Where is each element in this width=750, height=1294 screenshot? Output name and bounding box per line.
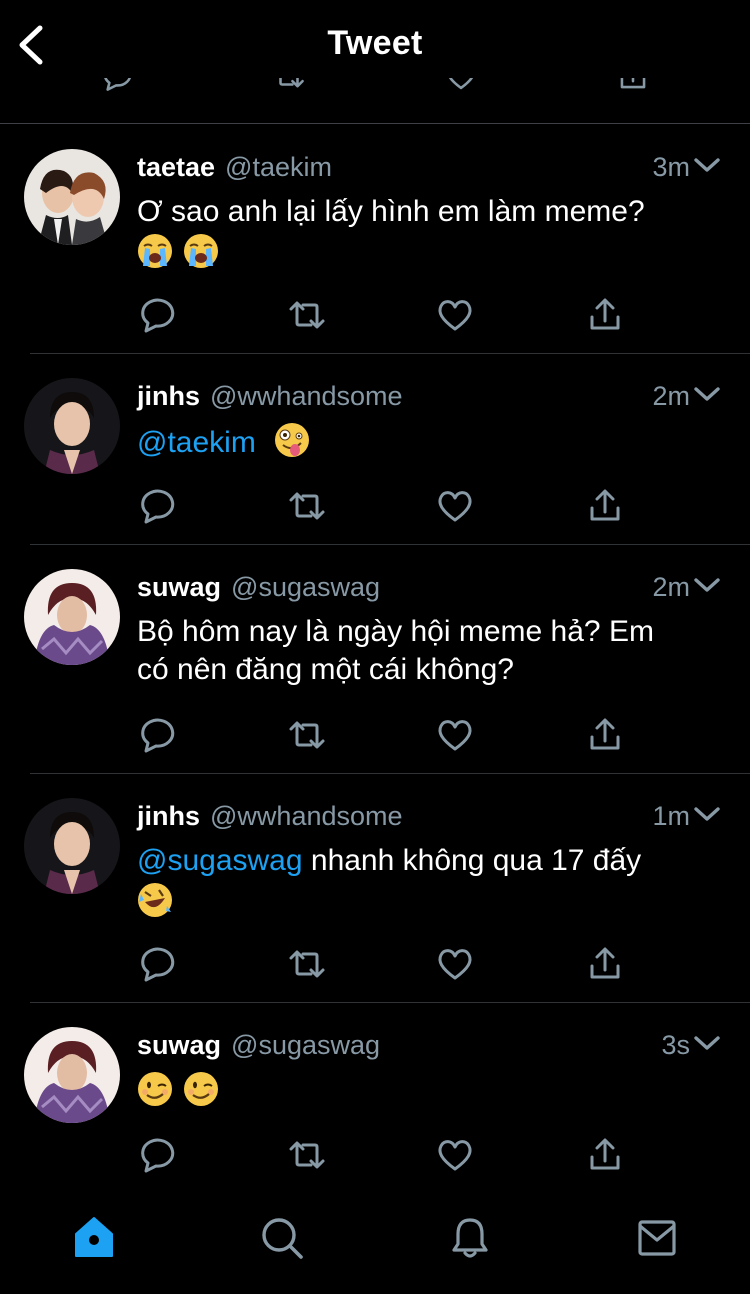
- divider: [30, 353, 750, 354]
- rolling-on-floor-laughing-emoji: [137, 882, 173, 918]
- heart-icon[interactable]: [435, 1135, 475, 1175]
- divider: [30, 544, 750, 545]
- tweet-actions: [137, 944, 637, 984]
- timestamp: 3s: [661, 1030, 690, 1060]
- retweet-icon[interactable]: [272, 78, 306, 98]
- page-title: Tweet: [327, 24, 423, 62]
- retweet-icon[interactable]: [287, 486, 327, 526]
- top-navigation-bar: Tweet: [0, 0, 750, 124]
- timestamp: 2m: [652, 381, 690, 411]
- username[interactable]: @taekim: [225, 152, 332, 182]
- loudly-crying-face-emoji: [137, 233, 173, 269]
- bell-icon[interactable]: [448, 1214, 492, 1262]
- share-icon[interactable]: [585, 715, 625, 755]
- tweet-text-body: nhanh không qua 17 đấy: [302, 844, 642, 877]
- username[interactable]: @wwhandsome: [210, 381, 403, 411]
- share-icon[interactable]: [585, 944, 625, 984]
- home-icon[interactable]: [72, 1214, 116, 1262]
- avatar[interactable]: [24, 569, 120, 665]
- timestamp: 2m: [652, 572, 690, 602]
- timestamp: 1m: [652, 801, 690, 831]
- share-icon[interactable]: [585, 1135, 625, 1175]
- display-name[interactable]: suwag: [137, 1030, 221, 1060]
- tweet-text-line: Ơ sao anh lại lấy hình em làm meme?: [137, 195, 645, 228]
- username[interactable]: @wwhandsome: [210, 801, 403, 831]
- winking-face-emoji: [137, 1071, 173, 1107]
- avatar[interactable]: [24, 798, 120, 894]
- zany-face-emoji: [274, 422, 311, 458]
- tweet-actions: [137, 486, 637, 526]
- retweet-icon[interactable]: [287, 715, 327, 755]
- avatar[interactable]: [24, 1027, 120, 1123]
- reply-icon[interactable]: [100, 78, 134, 98]
- reply-icon[interactable]: [137, 486, 177, 526]
- tweet-text: Bộ hôm nay là ngày hội meme hả? Em có nê…: [137, 613, 707, 689]
- winking-face-emoji: [183, 1071, 219, 1107]
- avatar[interactable]: [24, 149, 120, 245]
- more-options-chevron-down-icon[interactable]: [694, 804, 720, 824]
- avatar[interactable]: [24, 378, 120, 474]
- reply-icon[interactable]: [137, 1135, 177, 1175]
- tweet-actions: [137, 1135, 637, 1175]
- more-options-chevron-down-icon[interactable]: [694, 1033, 720, 1053]
- share-icon[interactable]: [616, 78, 650, 98]
- loudly-crying-face-emoji: [183, 233, 219, 269]
- mention-link[interactable]: @sugaswag: [137, 844, 303, 877]
- tweet-text: @taekim: [137, 422, 707, 462]
- more-options-chevron-down-icon[interactable]: [694, 155, 720, 175]
- tweet-text: @sugaswag nhanh không qua 17 đấy: [137, 842, 707, 922]
- heart-icon[interactable]: [444, 78, 478, 98]
- heart-icon[interactable]: [435, 295, 475, 335]
- username[interactable]: @sugaswag: [231, 572, 380, 602]
- share-icon[interactable]: [585, 486, 625, 526]
- tweet-header: taetae @taekim: [137, 149, 332, 185]
- reply-icon[interactable]: [137, 715, 177, 755]
- tweet-text: Ơ sao anh lại lấy hình em làm meme?: [137, 193, 707, 273]
- heart-icon[interactable]: [435, 715, 475, 755]
- timestamp: 3m: [652, 152, 690, 182]
- tweet-actions: [137, 295, 637, 335]
- display-name[interactable]: jinhs: [137, 801, 200, 831]
- tweet-text-line: Bộ hôm nay là ngày hội meme hả? Em: [137, 615, 654, 648]
- tweet-text-line: @sugaswag nhanh không qua 17 đấy: [137, 842, 707, 880]
- tweet-header: suwag @sugaswag: [137, 569, 380, 605]
- retweet-icon[interactable]: [287, 295, 327, 335]
- more-options-chevron-down-icon[interactable]: [694, 575, 720, 595]
- reply-icon[interactable]: [137, 295, 177, 335]
- retweet-icon[interactable]: [287, 1135, 327, 1175]
- heart-icon[interactable]: [435, 944, 475, 984]
- heart-icon[interactable]: [435, 486, 475, 526]
- tweet-actions: [137, 715, 637, 755]
- emoji-row: [137, 233, 707, 273]
- tweet-text-line: có nên đăng một cái không?: [137, 653, 514, 686]
- search-icon[interactable]: [260, 1214, 304, 1262]
- display-name[interactable]: jinhs: [137, 381, 200, 411]
- more-options-chevron-down-icon[interactable]: [694, 384, 720, 404]
- tweet-text: [137, 1071, 707, 1111]
- tweet-header: jinhs @wwhandsome: [137, 798, 403, 834]
- username[interactable]: @sugaswag: [231, 1030, 380, 1060]
- display-name[interactable]: suwag: [137, 572, 221, 602]
- divider: [30, 773, 750, 774]
- divider: [30, 1002, 750, 1003]
- share-icon[interactable]: [585, 295, 625, 335]
- mention-link[interactable]: @taekim: [137, 426, 256, 459]
- tweet-header: suwag @sugaswag: [137, 1027, 380, 1063]
- emoji-row: [137, 882, 707, 922]
- display-name[interactable]: taetae: [137, 152, 215, 182]
- retweet-icon[interactable]: [287, 944, 327, 984]
- bottom-tab-bar: [0, 1194, 750, 1294]
- tweet-header: jinhs @wwhandsome: [137, 378, 403, 414]
- reply-icon[interactable]: [137, 944, 177, 984]
- mail-icon[interactable]: [636, 1214, 680, 1262]
